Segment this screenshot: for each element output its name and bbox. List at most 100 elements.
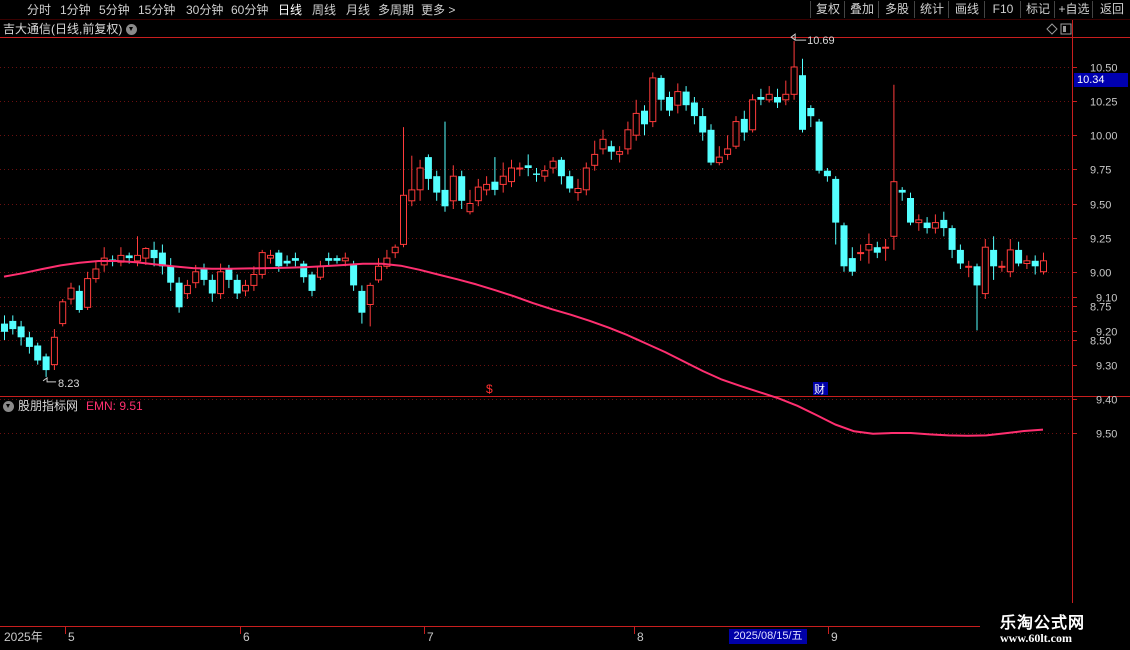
x-axis-month-label: 6 [243, 630, 250, 644]
candle-body [890, 181, 898, 237]
candle-body [200, 269, 208, 280]
candle-body [358, 290, 366, 313]
candle-body [990, 249, 998, 267]
candle-body [333, 258, 341, 261]
candle-body [408, 189, 416, 202]
candle-body [250, 274, 258, 286]
candle-body [674, 91, 682, 106]
y-tick-label: 9.75 [1090, 165, 1111, 177]
candle-body [732, 121, 740, 147]
candle-body [341, 257, 349, 262]
candle-body [782, 93, 790, 101]
y-tick-label: 9.25 [1090, 234, 1111, 246]
candle-body [931, 222, 939, 229]
candle-body [483, 183, 491, 191]
diamond-icon[interactable] [1046, 23, 1058, 35]
candle-body [956, 249, 964, 264]
candle-body [92, 268, 100, 280]
watermark: 乐淘公式网 www.60lt.com [980, 603, 1130, 650]
candle-body [882, 246, 890, 249]
candle-body [616, 151, 624, 155]
candle-body [749, 99, 757, 131]
candle-body [915, 219, 923, 224]
candle-body [441, 189, 449, 207]
highlight-date-tag: 2025/08/15/五 [729, 629, 807, 644]
y-tick-label: 9.30 [1096, 361, 1117, 373]
candle-body [807, 108, 815, 117]
candle-body [832, 178, 840, 223]
y-tick-label: 9.20 [1096, 327, 1117, 339]
candle-body [433, 176, 441, 193]
candle-body [591, 153, 599, 166]
candle-body [1, 323, 8, 332]
candle-body [549, 160, 557, 169]
candle-body [291, 258, 299, 261]
candle-body [740, 118, 748, 133]
candle-body [599, 138, 607, 150]
candle-body [300, 263, 308, 278]
candle-body [707, 129, 715, 163]
candle-body [566, 176, 574, 189]
x-axis-month-label: 7 [427, 630, 434, 644]
candle-body [325, 258, 333, 261]
candle-body [533, 173, 540, 175]
candle-body [175, 282, 183, 308]
y-tick-label: 9.00 [1090, 268, 1111, 280]
window-icon-bar [1063, 26, 1066, 32]
candle-body [75, 290, 83, 310]
candle-body [582, 167, 590, 191]
candle-body [815, 121, 823, 171]
event-marker-dividend: $ [486, 382, 493, 396]
candle-body [150, 249, 158, 259]
y-tick-label: 9.50 [1096, 429, 1117, 441]
candle-body [715, 156, 723, 164]
candle-body [308, 274, 316, 291]
y-tick-label: 9.10 [1096, 293, 1117, 305]
candle-body [416, 167, 424, 191]
candle-body [217, 271, 225, 295]
candle-body [233, 279, 241, 294]
candle-body [557, 159, 565, 177]
candle-body [516, 167, 524, 170]
candle-body [907, 198, 914, 223]
candle-body [774, 97, 781, 103]
candle-body [466, 203, 474, 213]
watermark-line2: www.60lt.com [1000, 631, 1072, 645]
candle-body [449, 175, 457, 202]
candle-body [275, 252, 283, 267]
candle-body [267, 254, 274, 259]
candle-body [574, 188, 582, 194]
candle-body [981, 246, 989, 295]
candle-body [34, 345, 42, 361]
y-tick-label: 9.50 [1090, 200, 1111, 212]
candle-body [316, 265, 324, 278]
candle-body [632, 112, 640, 136]
candle-body [258, 252, 266, 275]
x-axis-month-label: 5 [68, 630, 75, 644]
candle-body [940, 219, 948, 229]
candle-body [799, 75, 806, 130]
candle-body [641, 110, 648, 125]
candle-body [167, 266, 175, 283]
candle-body [757, 97, 765, 100]
candle-body [848, 258, 856, 272]
candle-body [59, 301, 67, 325]
candle-body [142, 248, 150, 259]
chart-canvas[interactable]: 8.508.759.009.259.509.7510.0010.2510.509… [0, 0, 1130, 650]
candle-body [125, 255, 133, 259]
candle-body [607, 146, 615, 152]
candle-body [948, 228, 956, 250]
candle-body [42, 356, 50, 371]
current-price-tag: 10.34 [1074, 73, 1128, 87]
candle-body [657, 77, 665, 100]
candle-body [9, 320, 17, 330]
candle-body [474, 186, 482, 202]
candle-body [208, 279, 216, 294]
candle-body [25, 337, 33, 347]
candle-body [1023, 260, 1031, 264]
emn-line [3, 260, 1044, 437]
low-marker-arrow [42, 376, 57, 383]
y-tick-label: 10.25 [1090, 97, 1118, 109]
candle-body [1015, 249, 1023, 264]
candle-body [50, 336, 58, 366]
